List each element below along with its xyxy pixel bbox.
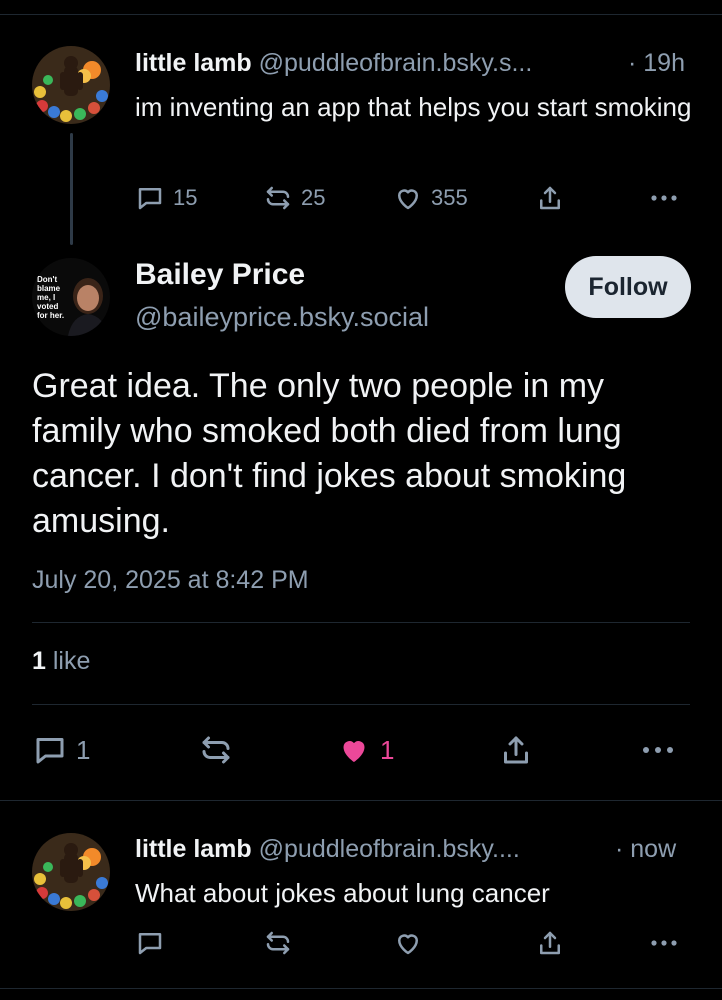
reply-author-name[interactable]: little lamb bbox=[135, 835, 252, 863]
reply-post-time[interactable]: · now bbox=[615, 835, 676, 864]
parent-avatar[interactable] bbox=[32, 46, 110, 124]
likes-summary-count: 1 bbox=[32, 647, 46, 675]
main-author-name[interactable]: Bailey Price bbox=[135, 258, 305, 292]
stats-divider-bottom bbox=[32, 704, 690, 705]
main-reply-count: 1 bbox=[76, 734, 91, 765]
reply-repost-button[interactable] bbox=[263, 928, 293, 958]
reply-divider bbox=[0, 800, 722, 801]
repost-icon bbox=[266, 931, 290, 955]
parent-reply-button[interactable]: 15 bbox=[135, 183, 197, 213]
bottom-divider bbox=[0, 988, 722, 989]
main-share-button[interactable] bbox=[498, 732, 534, 768]
parent-post-time[interactable]: · 19h bbox=[628, 49, 685, 78]
main-post-actions: 1 1 bbox=[32, 732, 692, 772]
heart-filled-icon bbox=[343, 741, 365, 762]
parent-more-button[interactable] bbox=[647, 183, 681, 213]
avatar-caption: Don't blame me, I voted for her. bbox=[37, 275, 65, 320]
main-like-count: 1 bbox=[380, 734, 395, 765]
more-icon bbox=[651, 940, 677, 946]
repost-icon bbox=[202, 736, 230, 764]
parent-like-count: 355 bbox=[431, 185, 468, 210]
reply-icon bbox=[36, 738, 64, 764]
share-icon bbox=[540, 186, 560, 210]
main-author-handle[interactable]: @baileyprice.bsky.social bbox=[135, 302, 429, 333]
heart-icon bbox=[398, 934, 418, 955]
share-icon bbox=[540, 931, 560, 955]
parent-share-button[interactable] bbox=[535, 183, 565, 213]
main-avatar[interactable]: Don't blame me, I voted for her. bbox=[32, 258, 110, 336]
heart-icon bbox=[398, 189, 418, 210]
follow-button[interactable]: Follow bbox=[565, 256, 691, 318]
parent-post-header: little lamb @puddleofbrain.bsky.s... · 1… bbox=[135, 49, 695, 78]
parent-author-name[interactable]: little lamb bbox=[135, 49, 252, 77]
parent-like-button[interactable]: 355 bbox=[393, 183, 468, 213]
repost-icon bbox=[266, 186, 290, 210]
main-reply-button[interactable]: 1 bbox=[32, 732, 90, 768]
more-icon bbox=[651, 195, 677, 201]
reply-avatar[interactable] bbox=[32, 833, 110, 911]
likes-summary-label: like bbox=[52, 647, 91, 675]
thread-line bbox=[70, 133, 73, 245]
reply-post-header: little lamb @puddleofbrain.bsky.... · no… bbox=[135, 835, 695, 864]
reply-post-text: What about jokes about lung cancer bbox=[135, 878, 550, 908]
parent-repost-count: 25 bbox=[301, 185, 326, 210]
share-icon bbox=[504, 736, 528, 764]
reply-reply-button[interactable] bbox=[135, 928, 165, 958]
reply-author-handle[interactable]: @puddleofbrain.bsky.... bbox=[259, 835, 520, 863]
reply-post-actions bbox=[135, 928, 695, 960]
parent-post-text: im inventing an app that helps you start… bbox=[135, 92, 692, 122]
top-divider bbox=[0, 14, 722, 15]
reply-icon bbox=[138, 188, 162, 210]
reply-share-button[interactable] bbox=[535, 928, 565, 958]
likes-summary[interactable]: 1 like bbox=[32, 647, 90, 676]
parent-repost-button[interactable]: 25 bbox=[263, 183, 325, 213]
parent-post-actions: 15 25 355 bbox=[135, 183, 695, 215]
stats-divider-top bbox=[32, 622, 690, 623]
reply-like-button[interactable] bbox=[393, 928, 423, 958]
main-like-button[interactable]: 1 bbox=[336, 732, 394, 768]
parent-author-handle[interactable]: @puddleofbrain.bsky.s... bbox=[259, 49, 533, 77]
main-post-timestamp: July 20, 2025 at 8:42 PM bbox=[32, 566, 309, 594]
reply-icon bbox=[138, 933, 162, 955]
parent-reply-count: 15 bbox=[173, 185, 198, 210]
main-more-button[interactable] bbox=[638, 732, 678, 768]
main-post-text: Great idea. The only two people in my fa… bbox=[32, 367, 627, 540]
more-icon bbox=[643, 747, 673, 753]
reply-more-button[interactable] bbox=[647, 928, 681, 958]
main-repost-button[interactable] bbox=[198, 732, 234, 768]
